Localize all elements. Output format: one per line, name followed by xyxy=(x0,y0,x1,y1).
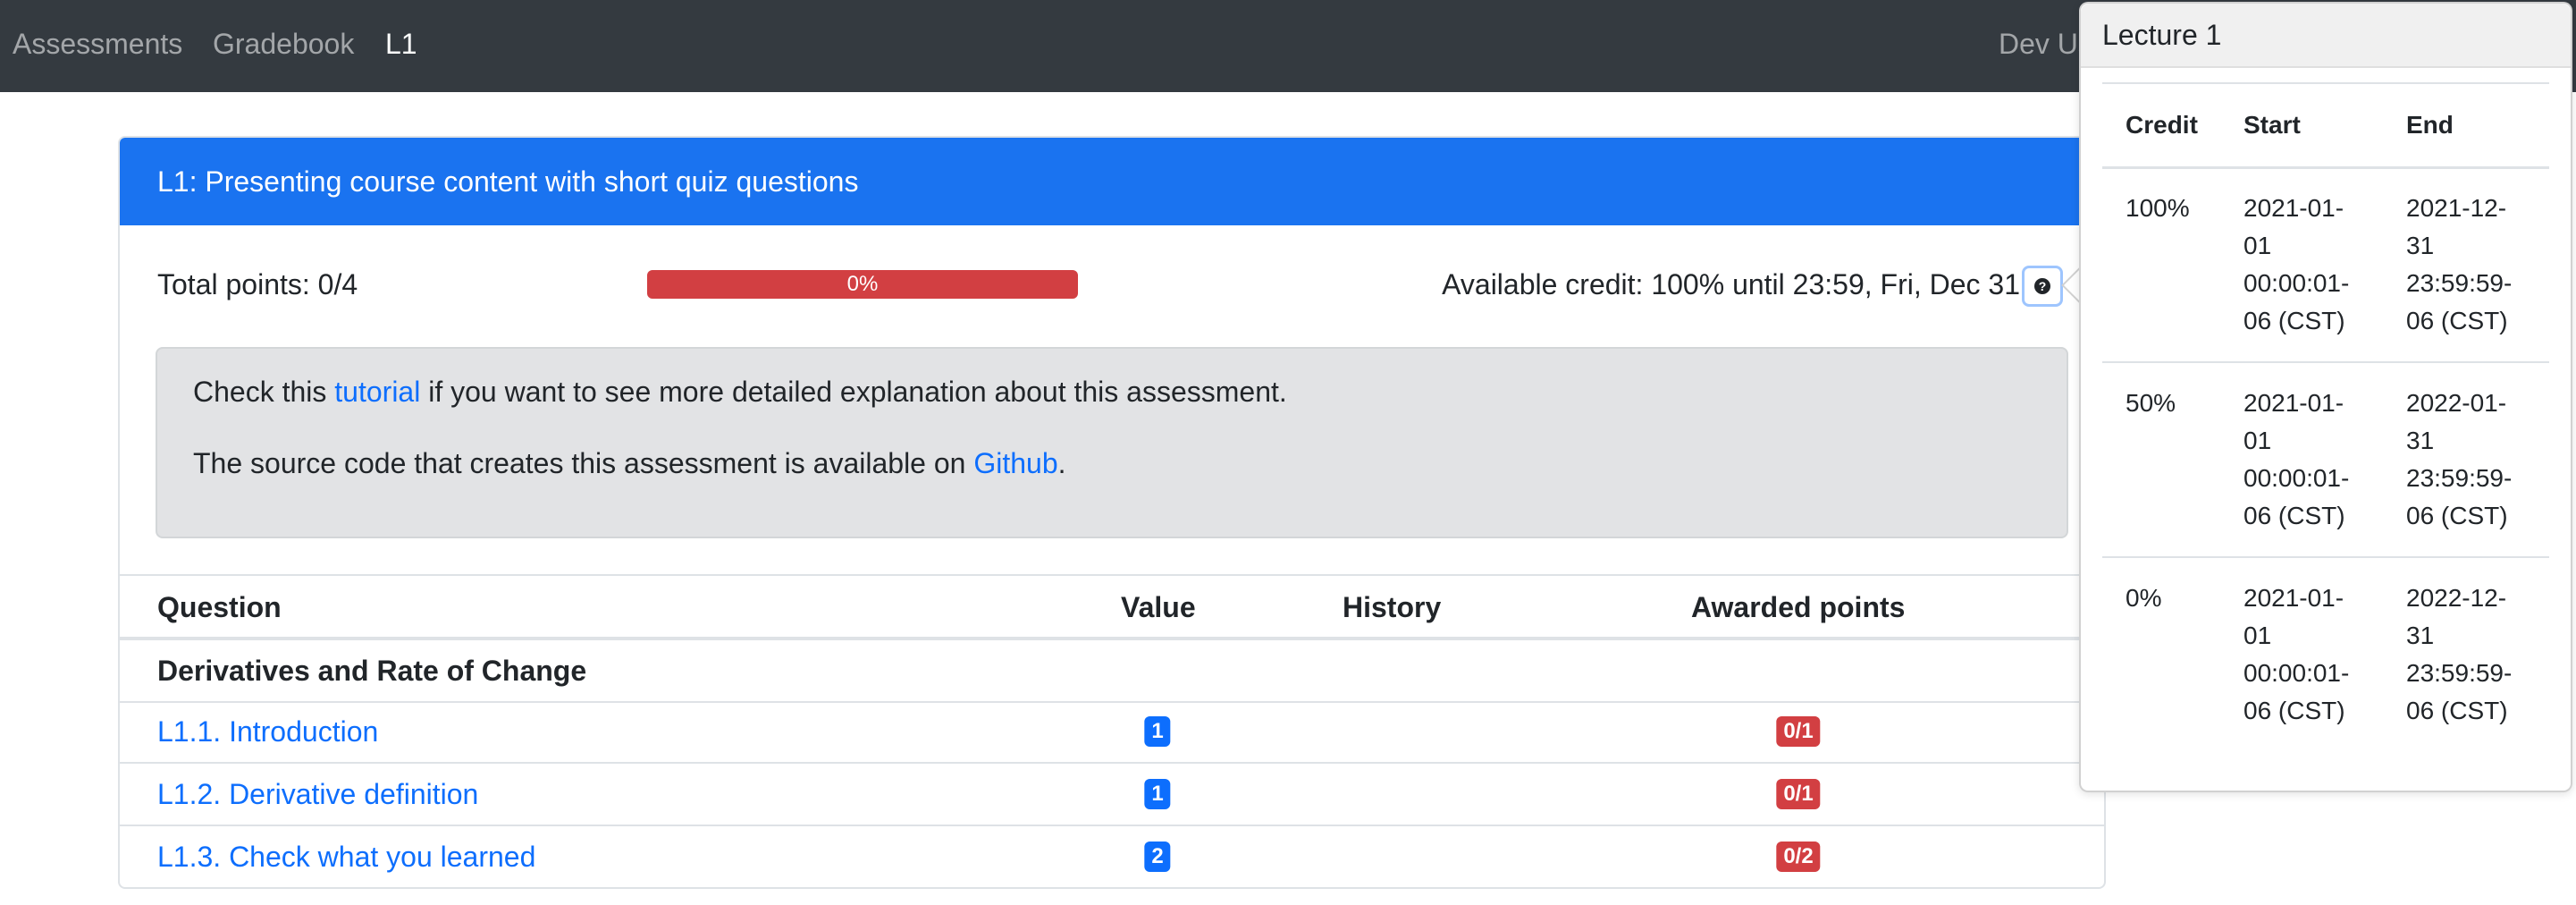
value-badge: 2 xyxy=(1144,842,1171,872)
column-header-question: Question xyxy=(157,591,282,623)
card-header: L1: Presenting course content with short… xyxy=(120,138,2104,225)
awarded-points-badge: 0/1 xyxy=(1776,779,1821,809)
popover-credit-cell: 50% xyxy=(2126,389,2176,417)
available-credit: Available credit: 100% until 23:59, Fri,… xyxy=(1442,268,2020,300)
info-text: if you want to see more detailed explana… xyxy=(420,376,1287,408)
popover-row-divider xyxy=(2102,361,2549,363)
nav-link-gradebook[interactable]: Gradebook xyxy=(213,0,354,92)
question-link[interactable]: L1.1. Introduction xyxy=(157,701,378,762)
popover-end-cell: 2022-01- 31 23:59:59- 06 (CST) xyxy=(2406,389,2513,529)
info-text: . xyxy=(1057,447,1066,479)
popover-row-divider xyxy=(2102,556,2549,558)
table-row: L1.2. Derivative definition 1 0/1 xyxy=(120,764,2104,826)
question-circle-icon: ? xyxy=(2034,278,2050,294)
info-text: Check this xyxy=(193,376,335,408)
total-points: Total points: 0/4 xyxy=(157,268,358,300)
points-progress-bar: 0% xyxy=(647,270,1078,299)
points-progress: 0% xyxy=(647,270,1078,299)
credit-popover: Lecture 1 Credit Start End 100% 2021-01-… xyxy=(2079,2,2572,792)
popover-table-header-rule xyxy=(2102,166,2549,169)
nav-link-l1[interactable]: L1 xyxy=(385,0,417,92)
popover-start-cell: 2021-01- 01 00:00:01- 06 (CST) xyxy=(2243,389,2350,529)
assessment-card: L1: Presenting course content with short… xyxy=(118,136,2106,889)
column-header-value: Value xyxy=(1121,591,1196,623)
popover-end-cell: 2021-12- 31 23:59:59- 06 (CST) xyxy=(2406,194,2513,334)
popover-header: Lecture 1 xyxy=(2081,4,2571,68)
assessment-title: L1: Presenting course content with short… xyxy=(157,165,859,198)
awarded-points-badge: 0/1 xyxy=(1776,716,1821,747)
popover-credit-cell: 0% xyxy=(2126,584,2162,612)
value-badge: 1 xyxy=(1144,716,1171,747)
info-alert: Check this tutorial if you want to see m… xyxy=(156,347,2068,538)
question-group-row: Derivatives and Rate of Change xyxy=(120,640,2104,703)
column-header-awarded-points: Awarded points xyxy=(1691,591,1906,623)
table-row: L1.1. Introduction 1 0/1 xyxy=(120,701,2104,764)
popover-start-cell: 2021-01- 01 00:00:01- 06 (CST) xyxy=(2243,194,2350,334)
popover-end-cell: 2022-12- 31 23:59:59- 06 (CST) xyxy=(2406,584,2513,724)
info-line-tutorial: Check this tutorial if you want to see m… xyxy=(193,370,1287,413)
credit-help-button[interactable]: ? xyxy=(2022,266,2063,307)
value-badge: 1 xyxy=(1144,779,1171,809)
popover-header-start: Start xyxy=(2243,111,2301,139)
column-header-history: History xyxy=(1343,591,1442,623)
question-group-title: Derivatives and Rate of Change xyxy=(157,655,587,687)
table-row: L1.3. Check what you learned 2 0/2 xyxy=(120,826,2104,887)
awarded-points-badge: 0/2 xyxy=(1776,842,1821,872)
progress-label: 0% xyxy=(846,272,879,296)
popover-title: Lecture 1 xyxy=(2102,19,2222,51)
tutorial-link[interactable]: tutorial xyxy=(334,376,420,408)
info-text: The source code that creates this assess… xyxy=(193,447,974,479)
popover-start-cell: 2021-01- 01 00:00:01- 06 (CST) xyxy=(2243,584,2350,724)
github-link[interactable]: Github xyxy=(973,447,1057,479)
popover-header-end: End xyxy=(2406,111,2454,139)
info-line-github: The source code that creates this assess… xyxy=(193,442,1066,485)
question-link[interactable]: L1.3. Check what you learned xyxy=(157,826,535,887)
nav-link-assessments[interactable]: Assessments xyxy=(13,0,182,92)
popover-header-credit: Credit xyxy=(2126,111,2198,139)
question-link[interactable]: L1.2. Derivative definition xyxy=(157,764,478,825)
popover-credit-cell: 100% xyxy=(2126,194,2190,222)
